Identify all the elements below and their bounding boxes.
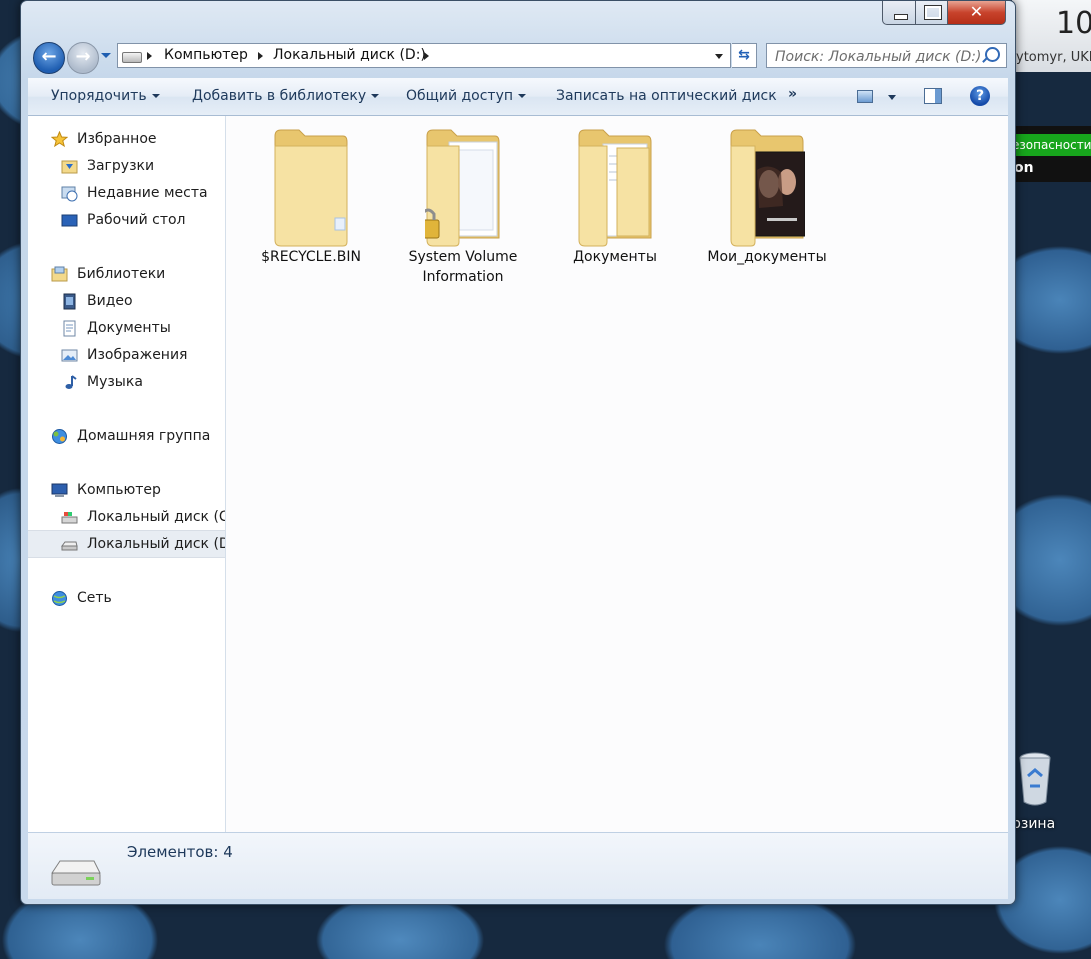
chevron-down-icon [371,94,380,98]
maximize-button[interactable] [916,1,948,25]
nav-drive-d-label: Локальный диск (D:) [87,536,226,552]
nav-downloads-label: Загрузки [87,158,155,174]
back-button[interactable]: ← [33,42,65,74]
breadcrumb-drive-d[interactable]: Локальный диск (D:) [273,47,426,63]
downloads-folder-icon [61,160,78,174]
caption-buttons: ✕ [882,1,1006,25]
organize-menu[interactable]: Упорядочить [51,88,160,104]
documents-folder-icon [578,129,652,247]
breadcrumb-root-chevron-icon[interactable] [147,52,152,60]
windows-drive-icon [61,512,78,524]
star-icon [51,131,68,148]
breadcrumb-computer[interactable]: Компьютер [164,47,248,63]
nav-computer-label: Компьютер [77,482,161,498]
view-options-dropdown[interactable] [888,95,896,100]
search-icon[interactable] [985,47,1000,62]
antivirus-brand: on [1014,160,1034,176]
libraries-icon [51,266,68,282]
file-name: Мои_документы [707,249,827,265]
recent-pages-dropdown[interactable] [101,53,111,58]
drive-icon [61,541,78,551]
file-name: System Volume Information [408,249,518,285]
close-button[interactable]: ✕ [948,1,1006,25]
refresh-button[interactable]: ⇆ [732,43,757,68]
recent-places-icon [61,186,78,202]
recycle-bin-label: рзина [1012,816,1056,832]
pictures-library-icon [61,349,78,362]
change-view-icon[interactable] [857,90,873,103]
share-menu[interactable]: Общий доступ [406,88,527,104]
nav-pictures-label: Изображения [87,347,188,363]
search-input[interactable] [773,46,982,67]
forward-button[interactable]: → [67,42,99,74]
drive-icon [51,860,101,886]
file-name: Документы [573,249,657,265]
help-icon[interactable]: ? [970,86,990,106]
clock-gadget[interactable]: 10 ytomyr, UKR [1012,0,1091,72]
more-commands-button[interactable]: » [788,86,797,102]
item-count: Элементов: 4 [127,843,233,861]
nav-favorites-label: Избранное [77,131,157,147]
file-list[interactable]: $RECYCLE.BIN System Volume Information Д… [226,116,1008,832]
nav-video-label: Видео [87,293,133,309]
image-folder-icon [730,129,805,247]
organize-label: Упорядочить [51,88,147,104]
nav-libraries-label: Библиотеки [77,266,166,282]
chevron-down-icon [151,94,160,98]
video-library-icon [63,293,76,310]
burn-button[interactable]: Записать на оптический диск [556,88,777,104]
search-box[interactable] [766,43,1007,68]
documents-library-icon [63,320,76,337]
breadcrumb-computer-chevron-icon[interactable] [258,52,263,60]
add-to-library-label: Добавить в библиотеку [192,88,367,104]
nav-drive-c-label: Локальный диск (C:) [87,509,226,525]
details-pane: Элементов: 4 [28,832,1008,899]
breadcrumb-drive-chevron-icon[interactable] [424,52,429,60]
nav-music-label: Музыка [87,374,143,390]
network-icon [52,591,67,606]
add-to-library-menu[interactable]: Добавить в библиотеку [192,88,380,104]
desktop-icon [61,214,78,227]
drive-icon [122,52,142,63]
empty-folder-icon [274,129,348,247]
nav-desktop-label: Рабочий стол [87,212,186,228]
command-bar: Упорядочить Добавить в библиотеку Общий … [28,78,1008,116]
address-bar[interactable]: Компьютер Локальный диск (D:) [117,43,731,68]
nav-documents-label: Документы [87,320,171,336]
nav-recent-places-label: Недавние места [87,185,208,201]
clock-city: ytomyr, UKR [1016,50,1091,65]
homegroup-icon [52,429,67,444]
nav-homegroup-label: Домашняя группа [77,428,211,444]
recycle-bin-icon [1019,752,1051,806]
desktop-recycle-bin[interactable]: рзина [1012,748,1091,840]
chevron-down-icon [518,94,527,98]
computer-icon [51,483,68,497]
content-area: Избранное Загрузки Недавние места Рабочи… [28,116,1008,832]
clock-time: 10 [1056,6,1091,41]
music-library-icon [65,375,77,389]
antivirus-status: езопасности [1012,134,1091,156]
explorer-window: ✕ ← → Компьютер Локальный диск (D:) ⇆ Уп… [20,0,1016,905]
preview-pane-icon[interactable] [924,88,942,104]
share-label: Общий доступ [406,88,514,104]
antivirus-gadget[interactable]: езопасности on [1012,126,1091,182]
locked-folder-icon [425,129,500,247]
minimize-button[interactable] [882,1,916,25]
address-history-dropdown[interactable] [715,54,723,59]
navigation-pane[interactable]: Избранное Загрузки Недавние места Рабочи… [28,116,226,832]
file-name: $RECYCLE.BIN [261,249,361,265]
nav-network-label: Сеть [77,590,112,606]
